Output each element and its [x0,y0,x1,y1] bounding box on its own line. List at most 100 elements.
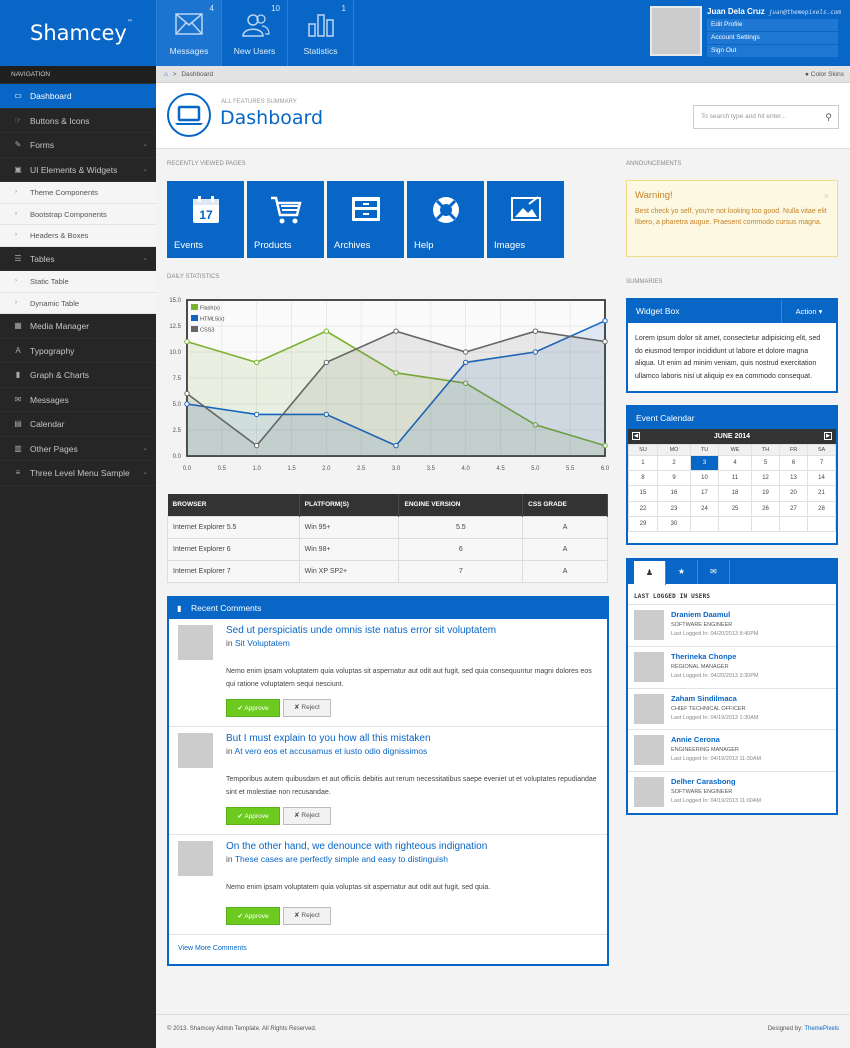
sidebar-subitem-dynamic-table[interactable]: › Dynamic Table [0,292,156,315]
tile-products[interactable]: Products [247,181,324,258]
reject-button[interactable]: ✘ Reject [283,907,331,925]
calendar-day[interactable]: 30 [656,515,692,532]
avatar[interactable] [634,777,664,808]
header-nav-statistics[interactable]: 1 Statistics [288,0,354,66]
comment-title[interactable]: But I must explain to you how all this m… [226,733,431,744]
calendar-day[interactable]: 2 [656,454,692,472]
column-header[interactable]: PLATFORM(S) [299,494,400,516]
action-dropdown[interactable]: Action ▾ [781,300,836,323]
avatar[interactable] [178,733,213,768]
avatar[interactable] [634,651,664,682]
sidebar-item-forms[interactable]: ✎ Forms ⌄ [0,133,156,158]
calendar-day[interactable]: 5 [751,454,781,472]
calendar-day[interactable]: 20 [779,485,808,502]
comment-source-link[interactable]: These cases are perfectly simple and eas… [235,854,448,864]
sidebar-item-tables[interactable]: ☰ Tables ⌄ [0,247,156,272]
calendar-day[interactable]: 18 [717,485,753,502]
user-name-link[interactable]: Delher Carasbong [671,777,736,786]
avatar[interactable] [634,735,664,766]
calendar-day[interactable]: 11 [717,470,753,487]
user-name-link[interactable]: Draniem Daamul [671,610,730,619]
calendar-day[interactable]: 23 [656,500,692,517]
calendar-day[interactable]: 4 [717,454,753,472]
prev-month-icon[interactable]: ◀ [632,432,640,440]
sidebar-item-media-manager[interactable]: ▦ Media Manager [0,314,156,339]
user-name-link[interactable]: Annie Cerona [671,735,720,744]
calendar-day[interactable]: 29 [628,515,658,532]
tile-images[interactable]: Images [487,181,564,258]
sidebar-item-graph-charts[interactable]: ▮ Graph & Charts [0,363,156,388]
calendar-day[interactable]: 3 [690,454,719,472]
calendar-day[interactable]: 19 [751,485,781,502]
reject-button[interactable]: ✘ Reject [283,699,331,717]
tile-help[interactable]: Help [407,181,484,258]
reject-button[interactable]: ✘ Reject [283,807,331,825]
star-icon[interactable]: ★ [666,560,698,584]
tile-events[interactable]: 17 Events [167,181,244,258]
sidebar-item-typography[interactable]: A Typography [0,339,156,364]
search-icon[interactable]: ⚲ [825,106,832,128]
comment-source-link[interactable]: Sit Voluptatem [235,638,290,648]
search-input[interactable]: To search type and hit enter... ⚲ [693,105,839,129]
user-name-link[interactable]: Therineka Chonpe [671,652,736,661]
column-header[interactable]: ENGINE VERSION [398,494,524,516]
close-icon[interactable]: × [824,191,829,201]
sidebar-item-calendar[interactable]: ▤ Calendar [0,412,156,437]
calendar-day[interactable]: 8 [628,470,658,487]
calendar-day[interactable]: 1 [628,454,658,472]
calendar-day[interactable]: 14 [807,470,836,487]
sidebar-item-ui-elements-widgets[interactable]: ▣ UI Elements & Widgets ⌄ [0,158,156,182]
sidebar-item-other-pages[interactable]: ▥ Other Pages ⌄ [0,437,156,462]
calendar-day[interactable]: 12 [751,470,781,487]
calendar-day[interactable]: 7 [807,454,836,472]
avatar[interactable] [178,841,213,876]
sidebar-item-messages[interactable]: ✉ Messages [0,388,156,413]
user-name-link[interactable]: Zaham Sindilmaca [671,694,737,703]
sidebar-item-dashboard[interactable]: ▭ Dashboard [0,84,156,109]
column-header[interactable]: CSS GRADE [522,494,608,516]
comments-icon[interactable]: ✉ [698,560,730,584]
account-settings-link[interactable]: Account Settings [707,32,838,44]
themepixels-link[interactable]: ThemePixels [804,1026,839,1032]
avatar[interactable] [650,6,702,56]
calendar-day[interactable]: 24 [690,500,719,517]
sidebar-item-buttons-icons[interactable]: ☞ Buttons & Icons [0,109,156,133]
calendar-day[interactable]: 10 [690,470,719,487]
approve-button[interactable]: ✔ Approve [226,907,280,925]
header-nav-new-users[interactable]: 10 New Users [222,0,288,66]
header-nav-messages[interactable]: 4 Messages [156,0,222,66]
color-skins-link[interactable]: ● Color Skins [805,66,844,83]
calendar-day[interactable]: 28 [807,500,836,517]
sidebar-subitem-static-table[interactable]: › Static Table [0,271,156,293]
calendar-day[interactable]: 15 [628,485,658,502]
next-month-icon[interactable]: ▶ [824,432,832,440]
view-more-comments-link[interactable]: View More Comments [178,945,247,952]
sidebar-subitem-headers-boxes[interactable]: › Headers & Boxes [0,225,156,247]
sign-out-link[interactable]: Sign Out [707,45,838,57]
calendar-day[interactable]: 27 [779,500,808,517]
sidebar-item-three-level-menu-sample[interactable]: ≡ Three Level Menu Sample ⌄ [0,461,156,486]
sidebar-subitem-bootstrap-components[interactable]: › Bootstrap Components [0,203,156,226]
home-icon[interactable]: ⌂ [164,71,168,78]
calendar-day[interactable]: 16 [656,485,692,502]
calendar-day[interactable]: 13 [779,470,808,487]
tile-archives[interactable]: Archives [327,181,404,258]
avatar[interactable] [634,693,664,724]
brand-logo[interactable]: Shamcey™ [0,0,156,66]
calendar-day[interactable]: 21 [807,485,836,502]
edit-profile-link[interactable]: Edit Profile [707,19,838,31]
calendar-day[interactable]: 25 [717,500,753,517]
sidebar-subitem-theme-components[interactable]: › Theme Components [0,182,156,204]
comment-title[interactable]: On the other hand, we denounce with righ… [226,841,487,852]
calendar-day[interactable]: 17 [690,485,719,502]
calendar-day[interactable]: 9 [656,470,692,487]
calendar-day[interactable]: 6 [779,454,808,472]
approve-button[interactable]: ✔ Approve [226,807,280,825]
avatar[interactable] [178,625,213,660]
avatar[interactable] [634,610,664,640]
comment-source-link[interactable]: At vero eos et accusamus et iusto odio d… [235,746,428,756]
comment-title[interactable]: Sed ut perspiciatis unde omnis iste natu… [226,625,496,636]
user-icon[interactable]: ♟ [634,561,666,585]
calendar-day[interactable]: 22 [628,500,658,517]
approve-button[interactable]: ✔ Approve [226,699,280,717]
